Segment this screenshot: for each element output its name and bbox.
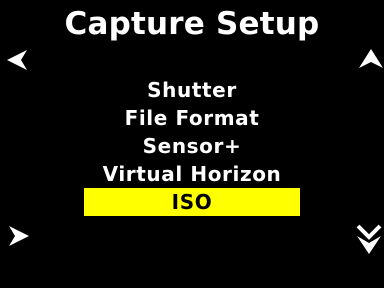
nav-left-button[interactable] <box>4 46 32 74</box>
capture-setup-menu: Shutter File Format Sensor+ Virtual Hori… <box>0 76 384 216</box>
double-chevron-down-icon <box>356 224 382 254</box>
page-title: Capture Setup <box>64 6 320 42</box>
chevron-up-icon <box>359 49 383 68</box>
menu-item-shutter[interactable]: Shutter <box>84 76 300 104</box>
nav-right-button[interactable] <box>4 222 32 250</box>
chevron-left-icon <box>7 50 27 70</box>
menu-item-virtual-horizon[interactable]: Virtual Horizon <box>84 160 300 188</box>
nav-down-button[interactable] <box>355 222 383 254</box>
menu-item-iso[interactable]: ISO <box>84 188 300 216</box>
menu-item-file-format[interactable]: File Format <box>84 104 300 132</box>
nav-up-button[interactable] <box>357 47 384 75</box>
chevron-right-icon <box>9 226 29 246</box>
capture-setup-screen: Capture Setup Shutter File Format Sensor… <box>0 0 384 288</box>
menu-item-sensor-plus[interactable]: Sensor+ <box>84 132 300 160</box>
